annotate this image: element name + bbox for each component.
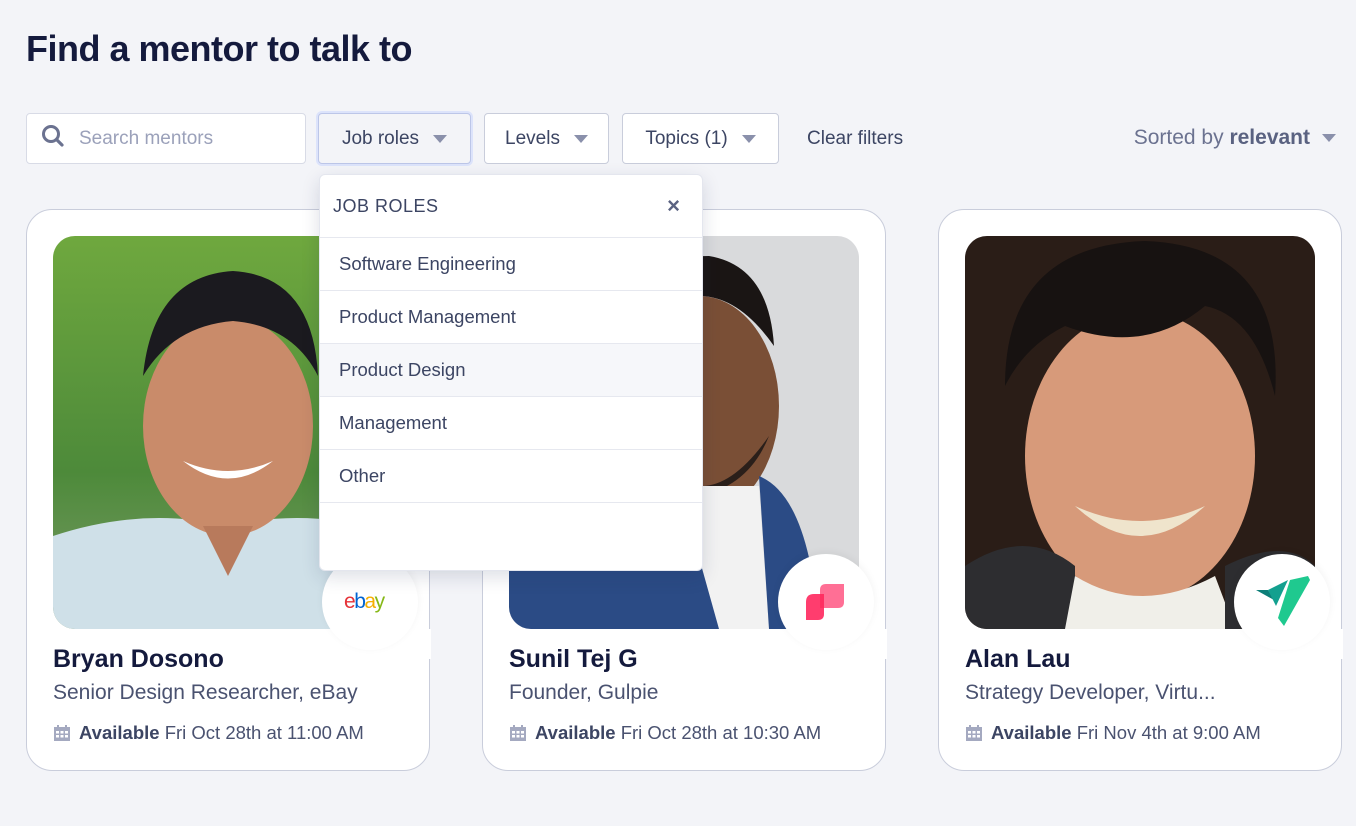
dropdown-title: JOB ROLES	[333, 195, 439, 216]
mentor-name[interactable]: Bryan Dosono	[53, 645, 224, 674]
logo-corner	[403, 629, 431, 659]
job-roles-filter-button[interactable]: Job roles	[318, 113, 471, 164]
mentor-role: Senior Design Researcher, eBay	[53, 681, 358, 704]
availability-label: Available	[535, 722, 616, 743]
availability-label: Available	[991, 722, 1072, 743]
sort-value: relevant	[1229, 126, 1310, 149]
availability-time: Fri Oct 28th at 11:00 AM	[164, 722, 364, 743]
close-icon[interactable]: ×	[667, 193, 680, 219]
search-icon	[41, 124, 65, 153]
availability-label: Available	[79, 722, 160, 743]
svg-text:ebay: ebay	[344, 590, 386, 613]
search-input[interactable]	[79, 127, 279, 150]
sort-dropdown[interactable]: Sorted by relevant	[1134, 126, 1336, 150]
availability: Available Fri Oct 28th at 11:00 AM	[53, 722, 364, 744]
availability-time: Fri Nov 4th at 9:00 AM	[1076, 722, 1261, 743]
mentor-role: Founder, Gulpie	[509, 681, 659, 704]
sort-prefix: Sorted by	[1133, 126, 1224, 149]
page-title: Find a mentor to talk to	[26, 28, 413, 69]
virtu-logo-icon	[1234, 554, 1330, 650]
levels-filter-label: Levels	[505, 127, 560, 149]
chevron-down-icon	[741, 134, 756, 143]
logo-corner	[1315, 629, 1343, 659]
levels-filter-button[interactable]: Levels	[484, 113, 609, 164]
job-role-option-other[interactable]: Other	[320, 450, 702, 503]
job-role-option-management[interactable]: Management	[320, 397, 702, 450]
logo-corner	[859, 629, 887, 659]
chevron-down-icon	[573, 134, 588, 143]
availability: Available Fri Oct 28th at 10:30 AM	[509, 722, 821, 744]
job-role-option-product-design[interactable]: Product Design	[320, 344, 702, 397]
dropdown-header: JOB ROLES ×	[320, 175, 702, 238]
job-role-option-software-engineering[interactable]: Software Engineering	[320, 238, 702, 291]
mentor-card[interactable]: Alan Lau Strategy Developer, Virtu... Av…	[938, 209, 1343, 771]
job-roles-dropdown: JOB ROLES × Software Engineering Product…	[319, 174, 703, 571]
chevron-down-icon	[1322, 134, 1336, 142]
availability-time: Fri Oct 28th at 10:30 AM	[620, 722, 822, 743]
calendar-icon	[510, 725, 526, 741]
topics-filter-button[interactable]: Topics (1)	[622, 113, 779, 164]
calendar-icon	[54, 725, 70, 741]
mentor-role: Strategy Developer, Virtu...	[965, 681, 1216, 704]
mentor-name[interactable]: Sunil Tej G	[509, 645, 638, 674]
chevron-down-icon	[433, 134, 448, 143]
topics-filter-label: Topics (1)	[645, 127, 728, 149]
availability: Available Fri Nov 4th at 9:00 AM	[965, 722, 1261, 744]
gulpie-logo-icon	[778, 554, 874, 650]
clear-filters-button[interactable]: Clear filters	[807, 128, 903, 150]
calendar-icon	[966, 725, 982, 741]
job-role-option-product-management[interactable]: Product Management	[320, 291, 702, 344]
search-box[interactable]	[26, 113, 306, 164]
job-roles-filter-label: Job roles	[341, 127, 420, 149]
mentor-name[interactable]: Alan Lau	[965, 645, 1071, 674]
